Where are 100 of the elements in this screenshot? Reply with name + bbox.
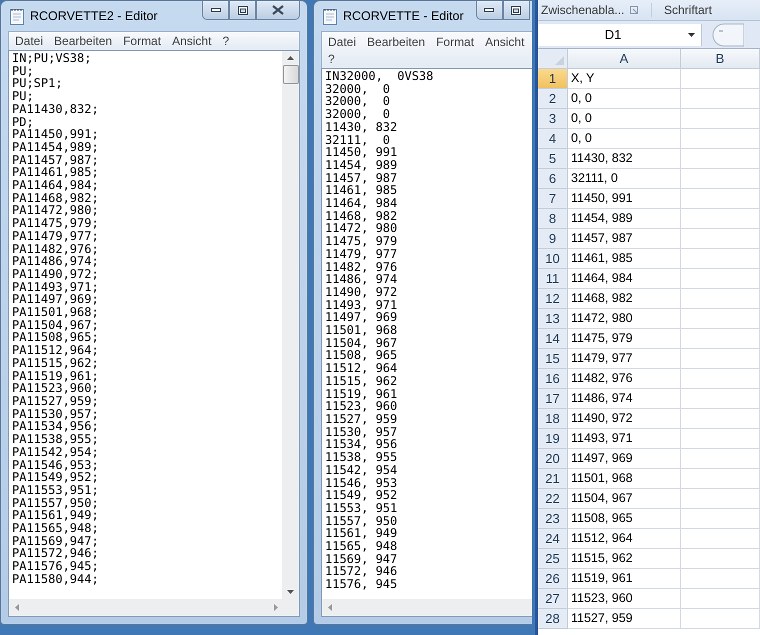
text-line: PA11472,980; bbox=[12, 204, 100, 218]
text-line: 11519, 961 bbox=[325, 388, 398, 400]
menu-item[interactable]: Datei bbox=[328, 34, 356, 51]
row-header[interactable]: 27 bbox=[538, 589, 568, 609]
text-line: PA11580,944; bbox=[12, 572, 100, 586]
text-line: 11430, 832 bbox=[325, 120, 398, 134]
row-header[interactable]: 21 bbox=[538, 469, 568, 489]
row-header[interactable]: 2 bbox=[538, 89, 568, 109]
close-button[interactable] bbox=[256, 1, 300, 20]
row-header[interactable]: 1 bbox=[538, 69, 568, 89]
row-header[interactable]: 10 bbox=[538, 249, 568, 269]
text-line: 11561, 949 bbox=[325, 527, 398, 540]
text-line: PA11430,832; bbox=[12, 102, 100, 116]
text-line: 11461, 985 bbox=[325, 184, 398, 198]
scroll-thumb[interactable] bbox=[282, 65, 298, 84]
text-line: 11472, 980 bbox=[325, 222, 398, 236]
dropdown-caret-icon bbox=[688, 32, 695, 36]
text-line: 11523, 960 bbox=[325, 400, 398, 413]
table-cell: 0, 0 bbox=[568, 109, 681, 129]
menu-item[interactable]: Format bbox=[123, 34, 162, 48]
text-line: PA11549,952; bbox=[12, 471, 100, 484]
row-header[interactable]: 11 bbox=[538, 269, 568, 289]
table-cell: 11504, 967 bbox=[568, 489, 681, 509]
text-line: PA11504,967; bbox=[12, 318, 100, 332]
row-header[interactable]: 25 bbox=[538, 549, 568, 569]
row-header[interactable]: 16 bbox=[538, 369, 568, 389]
row-header[interactable]: 9 bbox=[538, 229, 568, 249]
row-header[interactable]: 12 bbox=[538, 289, 568, 309]
text-line: PA11530,957; bbox=[12, 408, 100, 420]
menu-item[interactable]: ? bbox=[328, 51, 335, 68]
scroll-left-icon bbox=[328, 604, 332, 611]
text-line: PA11569,947; bbox=[12, 534, 100, 548]
text-line: PA11557,950; bbox=[12, 496, 100, 510]
row-header[interactable]: 7 bbox=[538, 189, 568, 209]
row-header[interactable]: 3 bbox=[538, 109, 568, 129]
text-line: 32000, 0 bbox=[325, 82, 392, 96]
text-line: PA11497,969; bbox=[12, 293, 100, 306]
text-line: PA11546,953; bbox=[12, 458, 100, 472]
text-line: 11534, 956 bbox=[325, 438, 398, 452]
menu-item[interactable]: Format bbox=[436, 34, 474, 51]
menu-item[interactable]: Ansicht bbox=[172, 34, 212, 48]
text-line: PA11457,987; bbox=[12, 154, 100, 166]
row-header[interactable]: 19 bbox=[538, 429, 568, 449]
ribbon-group-label[interactable]: Zwischenabla... bbox=[538, 3, 624, 17]
text-line: 11454, 989 bbox=[325, 158, 398, 172]
text-line: PA11461,985; bbox=[12, 166, 100, 180]
dialog-launcher-icon[interactable] bbox=[630, 6, 638, 14]
row-header[interactable]: 6 bbox=[538, 169, 568, 189]
menu-item[interactable]: Ansicht bbox=[485, 34, 524, 51]
menu-item[interactable]: ? bbox=[222, 34, 230, 48]
minimize-button[interactable] bbox=[476, 1, 503, 20]
text-line: PA11534,956; bbox=[12, 420, 100, 434]
text-line: 11553, 951 bbox=[325, 502, 398, 515]
row-header[interactable]: 17 bbox=[538, 389, 568, 409]
row-header[interactable]: 15 bbox=[538, 349, 568, 369]
row-header[interactable]: 18 bbox=[538, 409, 568, 429]
table-cell: 11493, 971 bbox=[568, 429, 681, 449]
row-header[interactable]: 24 bbox=[538, 529, 568, 549]
text-line: 11490, 972 bbox=[325, 286, 398, 299]
row-header[interactable]: 4 bbox=[538, 129, 568, 149]
row-header[interactable]: 13 bbox=[538, 309, 568, 329]
vertical-scrollbar[interactable] bbox=[282, 51, 299, 599]
text-line: 11572, 946 bbox=[325, 565, 398, 578]
horizontal-scrollbar[interactable] bbox=[322, 599, 532, 616]
table-cell: 11472, 980 bbox=[568, 309, 681, 329]
column-header[interactable]: B bbox=[681, 49, 760, 69]
menu-item[interactable]: Bearbeiten bbox=[367, 34, 426, 51]
maximize-icon bbox=[238, 6, 248, 14]
select-all-corner[interactable] bbox=[538, 49, 568, 69]
row-header[interactable]: 28 bbox=[538, 609, 568, 629]
row-header[interactable]: 22 bbox=[538, 489, 568, 509]
ribbon-group-label[interactable]: Schriftart bbox=[650, 3, 712, 17]
menu-item[interactable]: Datei bbox=[15, 34, 44, 48]
text-line: PA11454,989; bbox=[12, 140, 100, 154]
menu-item[interactable]: Bearbeiten bbox=[54, 34, 112, 48]
minimize-button[interactable] bbox=[202, 1, 229, 20]
text-line: 11542, 954 bbox=[325, 464, 398, 476]
row-header[interactable]: 14 bbox=[538, 329, 568, 349]
row-header[interactable]: 23 bbox=[538, 509, 568, 529]
column-header[interactable]: A bbox=[568, 49, 681, 69]
text-line: PA11565,948; bbox=[12, 522, 100, 535]
horizontal-scrollbar[interactable] bbox=[9, 599, 299, 616]
text-line: 11538, 955 bbox=[325, 451, 398, 464]
row-header[interactable]: 26 bbox=[538, 569, 568, 589]
row-header[interactable]: 8 bbox=[538, 209, 568, 229]
text-line: PA11450,991; bbox=[12, 128, 100, 141]
text-line: 11557, 950 bbox=[325, 514, 398, 528]
scroll-left-icon bbox=[15, 604, 19, 611]
row-header[interactable]: 5 bbox=[538, 149, 568, 169]
text-line: 11515, 962 bbox=[325, 374, 398, 388]
table-cell: 11512, 964 bbox=[568, 529, 681, 549]
scroll-up-icon bbox=[287, 56, 294, 60]
text-line: 11508, 965 bbox=[325, 349, 398, 362]
text-line: 11497, 969 bbox=[325, 311, 398, 324]
maximize-button[interactable] bbox=[502, 1, 530, 20]
row-header[interactable]: 20 bbox=[538, 449, 568, 469]
text-line: 11464, 984 bbox=[325, 197, 398, 210]
name-box[interactable]: D1 bbox=[538, 24, 702, 46]
maximize-button[interactable] bbox=[229, 1, 256, 20]
text-line: PA11508,965; bbox=[12, 331, 100, 344]
